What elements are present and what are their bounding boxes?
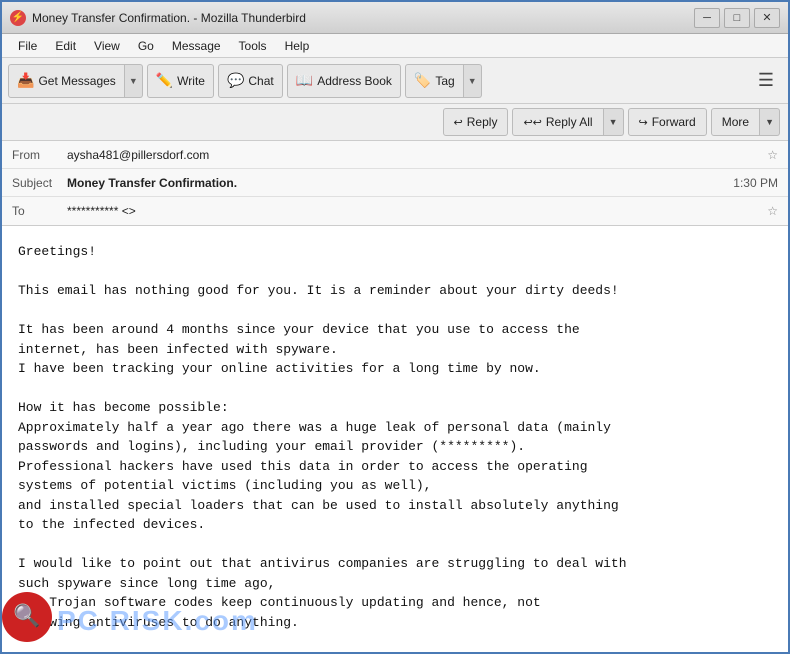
email-body: Greetings! This email has nothing good f… <box>2 226 788 652</box>
more-group: More ▼ <box>711 108 780 136</box>
body-line: Greetings! <box>18 242 772 262</box>
write-label: Write <box>177 74 205 88</box>
menu-edit[interactable]: Edit <box>47 37 84 55</box>
from-row: From aysha481@pillersdorf.com ☆ <box>2 141 788 169</box>
subject-label: Subject <box>12 176 67 190</box>
to-row: To *********** <> ☆ <box>2 197 788 225</box>
body-line: the Trojan software codes keep continuou… <box>18 593 772 613</box>
reply-all-label: Reply All <box>546 115 593 129</box>
subject-row: Subject Money Transfer Confirmation. 1:3… <box>2 169 788 197</box>
from-value: aysha481@pillersdorf.com <box>67 148 761 162</box>
menu-file[interactable]: File <box>10 37 45 55</box>
reply-all-icon: ↩↩ <box>523 116 541 129</box>
email-header: From aysha481@pillersdorf.com ☆ Subject … <box>2 141 788 226</box>
from-label: From <box>12 148 67 162</box>
get-messages-label: Get Messages <box>38 74 115 88</box>
title-bar: ⚡ Money Transfer Confirmation. - Mozilla… <box>2 2 788 34</box>
menu-help[interactable]: Help <box>277 37 318 55</box>
menu-view[interactable]: View <box>86 37 128 55</box>
body-line: Approximately half a year ago there was … <box>18 418 772 438</box>
get-messages-icon: 📥 <box>17 72 34 89</box>
menu-bar: File Edit View Go Message Tools Help <box>2 34 788 58</box>
more-button[interactable]: More <box>711 108 760 136</box>
to-label: To <box>12 204 67 218</box>
tag-dropdown[interactable]: ▼ <box>464 64 482 98</box>
body-line: and installed special loaders that can b… <box>18 496 772 516</box>
menu-message[interactable]: Message <box>164 37 229 55</box>
hamburger-menu-button[interactable]: ☰ <box>750 66 782 95</box>
body-line: It has been around 4 months since your d… <box>18 320 772 340</box>
write-button[interactable]: ✏️ Write <box>147 64 214 98</box>
body-line: How it has become possible: <box>18 398 772 418</box>
more-label: More <box>722 115 749 129</box>
body-line: I have been tracking your online activit… <box>18 359 772 379</box>
main-toolbar: 📥 Get Messages ▼ ✏️ Write 💬 Chat 📖 Addre… <box>2 58 788 104</box>
minimize-button[interactable]: ─ <box>694 8 720 28</box>
tag-group: 🏷️ Tag ▼ <box>405 64 482 98</box>
menu-go[interactable]: Go <box>130 37 162 55</box>
tag-button[interactable]: 🏷️ Tag <box>405 64 464 98</box>
chat-icon: 💬 <box>227 72 244 89</box>
body-line: This email has nothing good for you. It … <box>18 281 772 301</box>
tag-label: Tag <box>435 74 454 88</box>
body-line <box>18 262 772 282</box>
body-line <box>18 535 772 555</box>
get-messages-group: 📥 Get Messages ▼ <box>8 64 143 98</box>
email-action-bar: ↩ Reply ↩↩ Reply All ▼ ↪ Forward More ▼ <box>2 104 788 141</box>
get-messages-dropdown[interactable]: ▼ <box>125 64 143 98</box>
body-line: such spyware since long time ago, <box>18 574 772 594</box>
body-line <box>18 379 772 399</box>
body-line <box>18 301 772 321</box>
to-star-icon[interactable]: ☆ <box>767 204 778 218</box>
close-button[interactable]: ✕ <box>754 8 780 28</box>
reply-icon: ↩ <box>454 116 463 129</box>
to-value: *********** <> <box>67 204 761 218</box>
reply-all-group: ↩↩ Reply All ▼ <box>512 108 623 136</box>
body-line: Professional hackers have used this data… <box>18 457 772 477</box>
address-book-button[interactable]: 📖 Address Book <box>287 64 401 98</box>
subject-value: Money Transfer Confirmation. <box>67 176 733 190</box>
body-line: passwords and logins), including your em… <box>18 437 772 457</box>
body-line: I would like to point out that antivirus… <box>18 554 772 574</box>
forward-label: Forward <box>652 115 696 129</box>
reply-label: Reply <box>467 115 498 129</box>
menu-tools[interactable]: Tools <box>231 37 275 55</box>
tag-icon: 🏷️ <box>414 72 431 89</box>
maximize-button[interactable]: □ <box>724 8 750 28</box>
app-icon: ⚡ <box>10 10 26 26</box>
thunderbird-window: ⚡ Money Transfer Confirmation. - Mozilla… <box>0 0 790 654</box>
reply-all-dropdown[interactable]: ▼ <box>604 108 624 136</box>
forward-icon: ↪ <box>639 116 648 129</box>
write-icon: ✏️ <box>156 72 173 89</box>
more-dropdown[interactable]: ▼ <box>760 108 780 136</box>
get-messages-button[interactable]: 📥 Get Messages <box>8 64 125 98</box>
address-book-label: Address Book <box>317 74 392 88</box>
email-body-text: Greetings! This email has nothing good f… <box>18 242 772 652</box>
body-line: allowing antiviruses to do anything. <box>18 613 772 633</box>
chat-label: Chat <box>248 74 273 88</box>
body-line: systems of potential victims (including … <box>18 476 772 496</box>
reply-all-button[interactable]: ↩↩ Reply All <box>512 108 603 136</box>
address-book-icon: 📖 <box>296 72 313 89</box>
window-controls: ─ □ ✕ <box>694 8 780 28</box>
reply-button[interactable]: ↩ Reply <box>443 108 509 136</box>
from-star-icon[interactable]: ☆ <box>767 148 778 162</box>
body-line: to the infected devices. <box>18 515 772 535</box>
chat-button[interactable]: 💬 Chat <box>218 64 283 98</box>
body-line: internet, has been infected with spyware… <box>18 340 772 360</box>
forward-button[interactable]: ↪ Forward <box>628 108 707 136</box>
window-title: Money Transfer Confirmation. - Mozilla T… <box>32 11 694 25</box>
email-time: 1:30 PM <box>733 176 778 190</box>
